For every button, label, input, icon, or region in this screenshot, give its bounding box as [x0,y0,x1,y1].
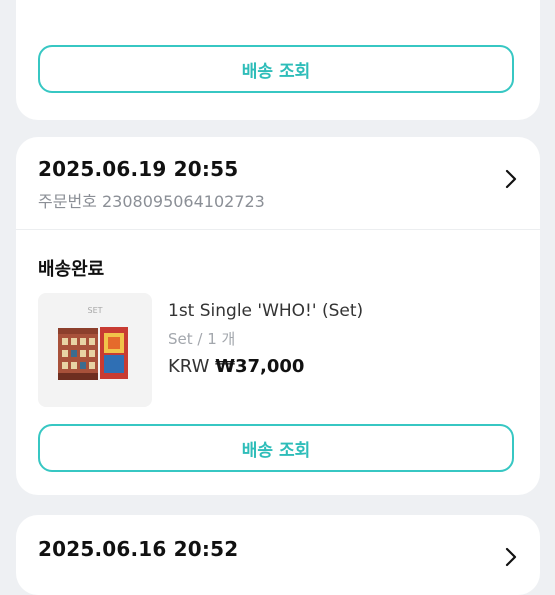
order-number: 2308095064102723 [101,192,265,211]
chevron-right-icon[interactable] [498,167,522,191]
price-amount: ₩37,000 [215,356,305,377]
order-card: 2025.06.19 20:55 주문번호 2308095064102723 배… [16,137,540,495]
order-date: 2025.06.16 20:52 [38,537,239,561]
album-set-image [58,327,128,380]
price-currency: KRW [168,356,210,377]
order-number-label: 주문번호 [38,192,97,211]
chevron-right-icon[interactable] [498,545,522,569]
divider [16,229,540,230]
order-card-previous: 배송 조회 [16,0,540,120]
track-delivery-button[interactable]: 배송 조회 [38,424,514,472]
product-thumbnail[interactable]: SET [38,293,152,407]
product-option: Set / 1 개 [168,330,236,348]
order-number-line: 주문번호 2308095064102723 [38,188,265,212]
product-name[interactable]: 1st Single 'WHO!' (Set) [168,301,363,321]
order-card-next: 2025.06.16 20:52 [16,515,540,595]
delivery-status: 배송완료 [38,259,105,280]
product-price: KRW ₩37,000 [168,356,304,377]
track-delivery-button[interactable]: 배송 조회 [38,45,514,93]
order-date: 2025.06.19 20:55 [38,157,239,181]
